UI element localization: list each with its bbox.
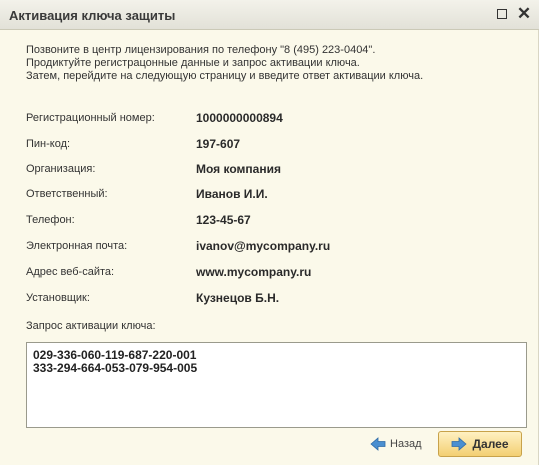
organization-label: Организация: — [26, 163, 96, 175]
website-label: Адрес веб-сайта: — [26, 266, 115, 278]
email-label: Электронная почта: — [26, 240, 128, 252]
next-button[interactable]: Далее — [438, 431, 522, 457]
registration-number-value: 1000000000894 — [196, 111, 283, 125]
responsible-label: Ответственный: — [26, 188, 108, 200]
activation-request-label: Запрос активации ключа: — [26, 320, 156, 332]
activation-request-field[interactable]: 029-336-060-119-687-220-001 333-294-664-… — [26, 342, 527, 428]
arrow-left-icon — [370, 437, 386, 451]
registration-number-label: Регистрационный номер: — [26, 112, 155, 124]
title-bar: Активация ключа защиты ✕ — [0, 0, 539, 30]
phone-label: Телефон: — [26, 214, 75, 226]
arrow-right-icon — [452, 437, 468, 451]
close-button[interactable]: ✕ — [516, 4, 532, 23]
phone-value: 123-45-67 — [196, 213, 251, 227]
instruction-line: Позвоните в центр лицензирования по теле… — [26, 44, 376, 56]
instructions-text: Позвоните в центр лицензирования по теле… — [26, 44, 526, 83]
activation-dialog: Активация ключа защиты ✕ Позвоните в цен… — [0, 0, 539, 465]
maximize-icon — [497, 9, 507, 19]
pin-code-label: Пин-код: — [26, 138, 71, 150]
dialog-title: Активация ключа защиты — [9, 8, 176, 23]
organization-value: Моя компания — [196, 162, 281, 176]
installer-label: Установщик: — [26, 292, 90, 304]
pin-code-value: 197-607 — [196, 137, 241, 151]
back-button[interactable]: Назад — [370, 434, 422, 454]
maximize-button[interactable] — [494, 6, 510, 22]
close-icon: ✕ — [516, 4, 532, 23]
email-value: ivanov@mycompany.ru — [196, 239, 331, 253]
website-value: www.mycompany.ru — [196, 265, 312, 279]
activation-request-line: 333-294-664-053-079-954-005 — [33, 361, 198, 375]
installer-value: Кузнецов Б.Н. — [196, 291, 280, 305]
instruction-line: Затем, перейдите на следующую страницу и… — [26, 70, 424, 82]
next-button-label: Далее — [472, 437, 509, 451]
responsible-value: Иванов И.И. — [196, 187, 268, 201]
instruction-line: Продиктуйте регистрацонные данные и запр… — [26, 57, 360, 69]
back-button-label: Назад — [390, 438, 422, 450]
